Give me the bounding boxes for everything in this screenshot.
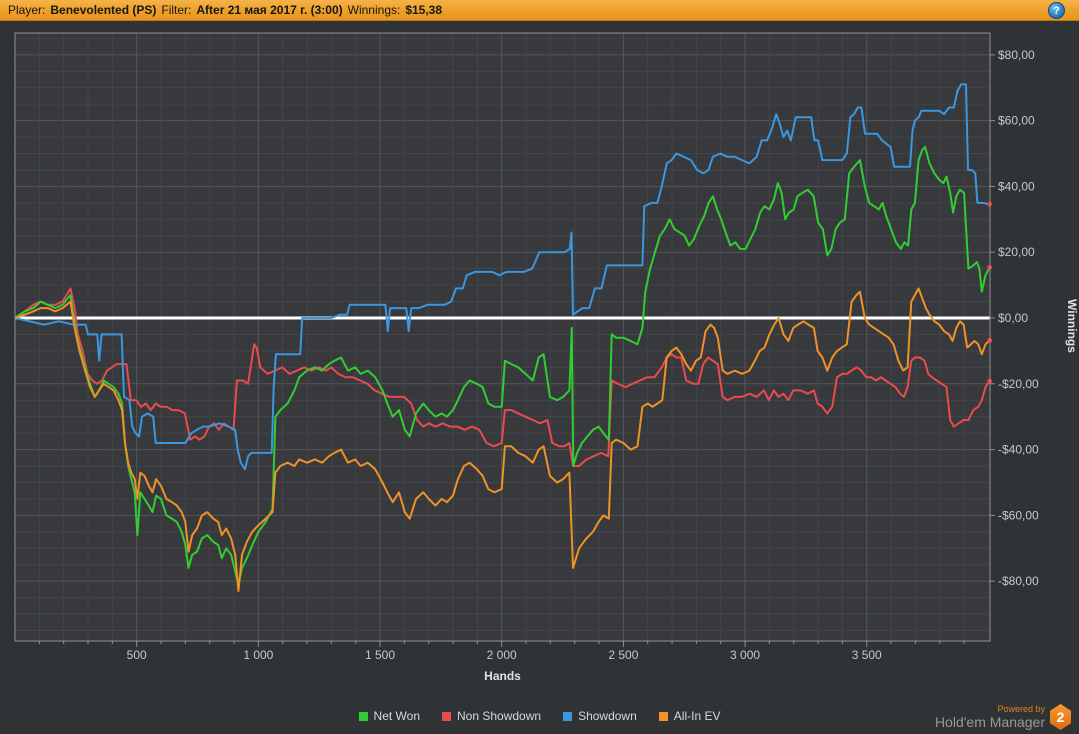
y-tick-label: -$80,00 — [998, 574, 1039, 588]
status-bar: Player: Benevolented (PS) Filter: After … — [0, 0, 1079, 21]
y-tick-label: $60,00 — [998, 114, 1035, 128]
y-tick-label: -$60,00 — [998, 508, 1039, 522]
y-axis: $80,00 $60,00 $40,00 $20,00 $0,00 -$20,00 -$40… — [990, 48, 1079, 588]
x-axis-title: Hands — [484, 669, 521, 683]
legend-item-net-won[interactable]: Net Won — [358, 709, 420, 723]
legend-item-showdown[interactable]: Showdown — [563, 709, 637, 723]
legend-item-all-in-ev[interactable]: All-In EV — [658, 709, 721, 723]
player-value: Benevolented (PS) — [50, 3, 157, 17]
x-tick-label: 2 500 — [608, 648, 638, 662]
net-won-swatch-icon — [358, 711, 368, 721]
winnings-graph-canvas: 500 1 000 1 500 2 000 2 500 3 000 3 500 Hands $8… — [14, 32, 1079, 683]
legend-label: Non Showdown — [457, 709, 542, 723]
x-tick-label: 3 500 — [852, 648, 882, 662]
all-in-ev-swatch-icon — [658, 711, 668, 721]
non-showdown-swatch-icon — [442, 711, 451, 721]
y-tick-label: $80,00 — [998, 48, 1035, 62]
filter-label: Filter: — [161, 3, 192, 17]
x-tick-label: 3 000 — [730, 648, 760, 662]
winnings-label: Winnings: — [347, 3, 401, 17]
legend-label: All-In EV — [673, 709, 721, 723]
x-tick-label: 1 500 — [365, 648, 395, 662]
winnings-value: $15,38 — [405, 3, 443, 17]
x-tick-label: 500 — [127, 648, 147, 662]
brand-name-text: Hold'em Manager — [934, 713, 1045, 730]
x-tick-label: 1 000 — [243, 648, 273, 662]
holdem-manager-branding: Powered by Hold'em Manager 2 — [935, 704, 1071, 730]
x-axis: 500 1 000 1 500 2 000 2 500 3 000 3 500 Hands — [38, 641, 965, 683]
legend-label: Showdown — [578, 709, 637, 723]
y-tick-label: -$20,00 — [998, 377, 1039, 391]
y-tick-label: $0,00 — [998, 311, 1028, 325]
showdown-swatch-icon — [563, 711, 573, 721]
hm2-badge-icon: 2 — [1050, 704, 1071, 730]
legend-label: Net Won — [373, 709, 420, 723]
y-tick-label: -$40,00 — [998, 443, 1039, 457]
y-axis-title: Winnings — [1065, 299, 1079, 353]
chart-legend: Net Won Non Showdown Showdown All-In EV — [0, 709, 1079, 723]
winnings-graph: 500 1 000 1 500 2 000 2 500 3 000 3 500 Hands $8… — [0, 21, 1079, 734]
help-icon[interactable]: ? — [1048, 2, 1065, 19]
legend-item-non-showdown[interactable]: Non Showdown — [442, 709, 541, 723]
filter-value: After 21 мая 2017 г. (3:00) — [196, 3, 343, 17]
player-label: Player: — [8, 3, 46, 17]
x-tick-label: 2 000 — [487, 648, 517, 662]
hem2-graph-window: Player: Benevolented (PS) Filter: After … — [0, 0, 1079, 734]
y-tick-label: $40,00 — [998, 179, 1035, 193]
y-tick-label: $20,00 — [998, 245, 1035, 259]
